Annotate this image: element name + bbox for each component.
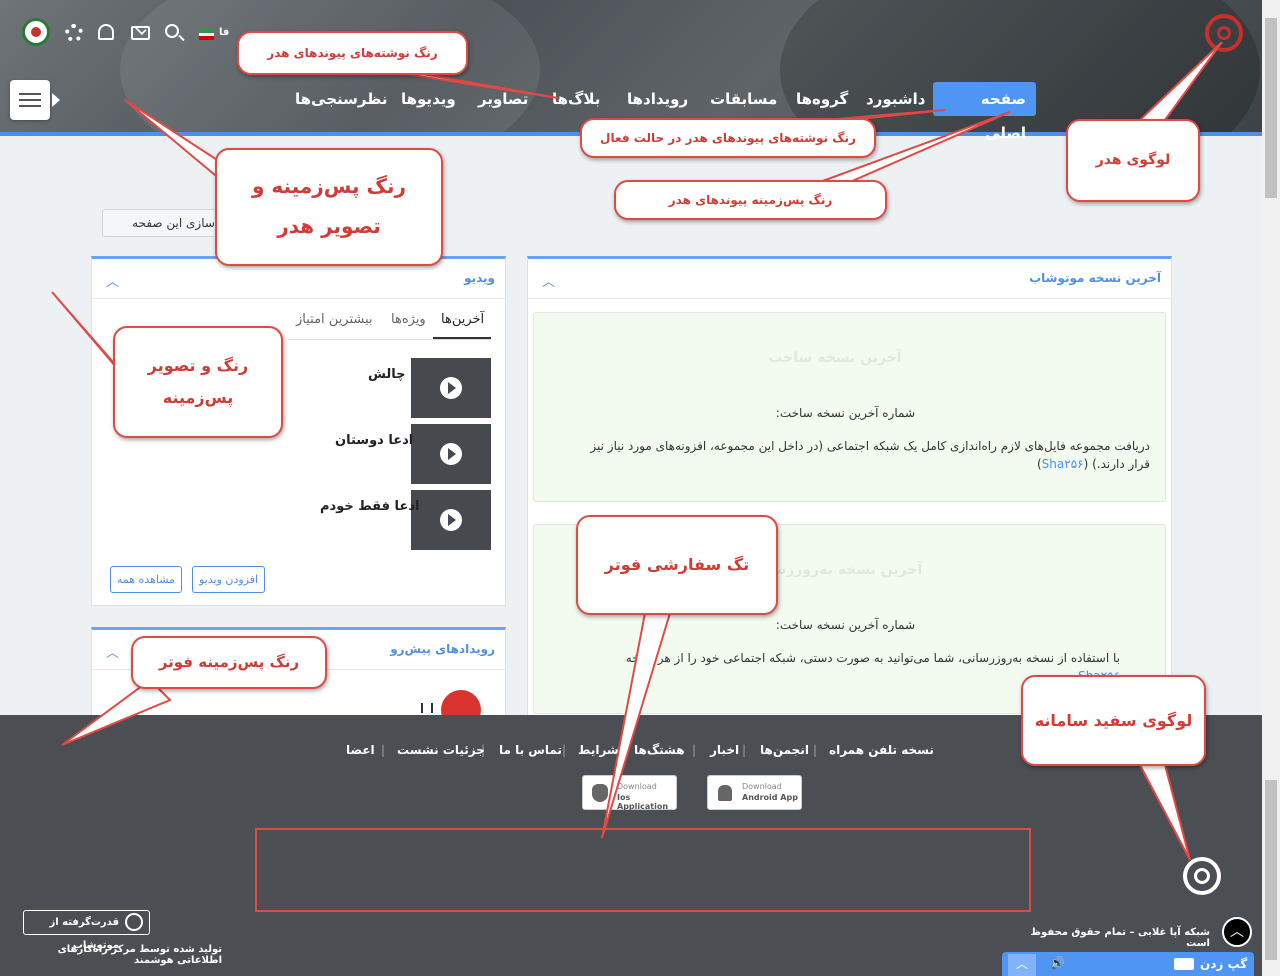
search-icon[interactable] (165, 24, 185, 42)
play-icon (440, 443, 462, 465)
footer-separator: | (813, 743, 818, 757)
footer-link-mobile[interactable]: نسخه تلفن همراه (829, 743, 934, 757)
chevron-up-icon[interactable]: ︿ (542, 271, 555, 290)
video-title[interactable]: ادعا فقط خودم (320, 499, 419, 514)
tabs-divider (288, 339, 491, 340)
nav-polls[interactable]: نظرسنجی‌ها (295, 82, 387, 116)
chat-label[interactable]: گپ زدن (1200, 957, 1247, 971)
nav-groups[interactable]: گروه‌ها (796, 82, 848, 116)
chevron-up-icon[interactable]: ︿ (106, 271, 119, 290)
video-thumbnail[interactable] (411, 424, 491, 484)
produced-by-text: تولید شده توسط مرکز راه‌کارهای اطلاعاتی … (57, 944, 222, 966)
video-title[interactable]: ادعا دوستان (335, 433, 413, 448)
white-system-logo[interactable] (1183, 857, 1221, 895)
add-video-button[interactable]: افزودن ویدیو (192, 566, 266, 593)
nav-photos[interactable]: تصاویر (478, 82, 528, 116)
nav-events[interactable]: رویدادها (627, 82, 688, 116)
hamburger-menu-button[interactable] (10, 80, 50, 120)
footer-separator: | (381, 743, 386, 757)
iran-flag-icon[interactable] (199, 29, 214, 40)
build-description: دریافت مجموعه فایل‌های لازم راه‌اندازی ک… (590, 439, 1150, 471)
play-icon (440, 377, 462, 399)
footer-link-forums[interactable]: انجمن‌ها (760, 743, 809, 757)
mail-icon[interactable] (131, 23, 150, 40)
video-thumbnail[interactable] (411, 358, 491, 418)
callout-header-logo: لوگوی هدر (1066, 119, 1200, 202)
video-panel-title: ویدیو (464, 271, 495, 285)
menu-arrow-icon (52, 93, 60, 107)
nav-dashboard[interactable]: داشبورد (866, 82, 925, 116)
ios-app-button[interactable]: Download Ios Application (582, 775, 677, 811)
language-label[interactable]: فا (219, 27, 229, 38)
scrollbar-thumb[interactable] (1265, 18, 1277, 198)
callout-header-links-color: رنگ نوشته‌های پیوندهای هدر (237, 31, 468, 75)
nav-blogs[interactable]: بلاگ‌ها (552, 82, 600, 116)
profile-logo-icon[interactable] (22, 18, 50, 46)
build-number-label: شماره آخرین نسخه ساخت: (775, 406, 915, 420)
tab-top-rated[interactable]: بیشترین امتیاز (296, 312, 373, 327)
play-icon (440, 509, 462, 531)
view-all-button[interactable]: مشاهده همه (110, 566, 182, 593)
footer-link-hashtags[interactable]: هشتگ‌ها (634, 743, 685, 757)
nav-contests[interactable]: مسابقات (710, 82, 777, 116)
sha256-link[interactable]: Sha۲۵۶ (1042, 457, 1084, 471)
apple-icon (592, 784, 608, 802)
android-app-button[interactable]: Download Android App (707, 775, 802, 810)
footer-separator: | (742, 743, 747, 757)
android-icon (718, 785, 732, 801)
build-heading: آخرین نسخه ساخت (768, 350, 902, 366)
video-title[interactable]: چالش (368, 367, 406, 382)
events-panel-title: رویدادهای پیش‌رو (390, 642, 495, 656)
header-logo[interactable] (1205, 14, 1243, 52)
callout-header-link-bg: رنگ پس‌زمینه پیوندهای هدر (614, 180, 887, 220)
footer-link-session[interactable]: جزئیات نشست (397, 743, 485, 757)
footer-link-contact[interactable]: تماس با ما (499, 743, 562, 757)
footer-link-news[interactable]: اخبار (710, 743, 739, 757)
nav-home[interactable]: صفحه اصلی (933, 82, 1036, 142)
gear-icon[interactable] (65, 24, 83, 42)
wifi-icon (1174, 958, 1194, 970)
scroll-top-button[interactable]: ︿ (1222, 917, 1252, 947)
callout-white-logo: لوگوی سفید سامانه (1021, 675, 1206, 766)
scrollbar-thumb[interactable] (1265, 780, 1277, 960)
copyright-text: شبکه آپا غلابی – تمام حقوق محفوظ است (1030, 927, 1210, 949)
footer-link-members[interactable]: اعضا (346, 743, 375, 757)
update-build-label: شماره آخرین نسخه ساخت: (775, 618, 915, 632)
bell-icon[interactable] (98, 24, 114, 40)
motoshab-logo-icon (125, 913, 143, 931)
footer-link-terms[interactable]: شرایط (578, 743, 619, 757)
callout-header-active-color: رنگ نوشته‌های پیوندهای هدر در حالت فعال (580, 118, 876, 158)
callout-footer-custom-tag: تگ سفارشی فوتر (576, 515, 778, 615)
callout-header-bg: رنگ پس‌زمینه و تصویر هدر (215, 148, 443, 266)
footer-separator: | (692, 743, 697, 757)
sound-icon[interactable]: 🔊 (1050, 956, 1065, 970)
latest-version-title: آخرین نسخه موتوشاب (1029, 271, 1161, 285)
barcode-icon (421, 703, 433, 713)
video-thumbnail[interactable] (411, 490, 491, 550)
footer-separator: | (562, 743, 567, 757)
nav-videos[interactable]: ویدیوها (401, 82, 456, 116)
callout-page-bg: رنگ و تصویر پس‌زمینه (113, 326, 283, 438)
chevron-up-icon[interactable]: ︿ (106, 642, 119, 661)
tab-featured[interactable]: ویژه‌ها (391, 312, 426, 327)
callout-footer-bg: رنگ پس‌زمینه فوتر (131, 636, 327, 689)
tab-latest[interactable]: آخرین‌ها (441, 312, 484, 327)
chat-collapse-icon[interactable]: ︿ (1008, 954, 1036, 976)
custom-footer-tag-area (255, 828, 1031, 912)
